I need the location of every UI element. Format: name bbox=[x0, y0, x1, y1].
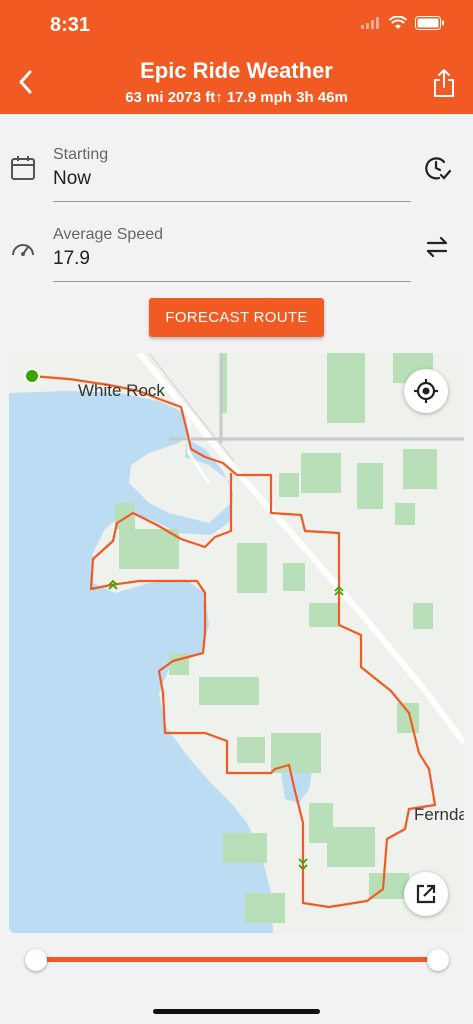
slider-start-thumb[interactable] bbox=[25, 949, 47, 971]
swap-arrows-icon bbox=[426, 236, 448, 258]
starting-label: Starting bbox=[53, 146, 109, 163]
forecast-route-button[interactable]: FORECAST ROUTE bbox=[149, 298, 324, 337]
map-label-white-rock: White Rock bbox=[78, 381, 165, 400]
locate-me-button[interactable] bbox=[404, 369, 448, 413]
time-range-slider[interactable] bbox=[25, 948, 449, 972]
average-speed-field[interactable]: Average Speed 17.9 bbox=[53, 226, 411, 282]
map-label-ferndale: Fernda bbox=[414, 805, 464, 824]
page-title: Epic Ride Weather bbox=[140, 58, 333, 83]
slider-end-thumb[interactable] bbox=[427, 949, 449, 971]
wifi-icon bbox=[389, 16, 407, 29]
open-external-icon bbox=[416, 884, 436, 904]
starting-value: Now bbox=[53, 168, 92, 189]
route-start-marker bbox=[24, 368, 40, 384]
cellular-signal-icon bbox=[361, 17, 379, 29]
share-button[interactable] bbox=[431, 68, 457, 98]
swap-speed-button[interactable] bbox=[422, 232, 452, 262]
status-icons bbox=[361, 16, 445, 30]
route-map[interactable]: White Rock Fernda bbox=[9, 353, 464, 933]
home-indicator bbox=[153, 1009, 320, 1014]
average-speed-label: Average Speed bbox=[53, 226, 164, 243]
status-time: 8:31 bbox=[50, 14, 91, 36]
map-canvas bbox=[9, 353, 464, 933]
starting-field[interactable]: Starting Now bbox=[53, 146, 411, 202]
slider-track bbox=[35, 957, 439, 962]
clock-check-icon bbox=[425, 157, 452, 180]
share-icon bbox=[434, 69, 454, 97]
average-speed-value: 17.9 bbox=[53, 248, 90, 269]
route-stats: 63 mi 2073 ft↑ 17.9 mph 3h 46m bbox=[125, 89, 348, 106]
schedule-time-button[interactable] bbox=[422, 153, 452, 183]
roads bbox=[136, 353, 464, 745]
calendar-icon bbox=[11, 156, 35, 180]
crosshair-icon bbox=[414, 379, 438, 403]
open-external-map-button[interactable] bbox=[404, 872, 448, 916]
speedometer-icon bbox=[12, 244, 34, 256]
app-header: 8:31 Epic Ride Weather 63 mi 2073 ft↑ 17… bbox=[0, 0, 473, 114]
battery-icon bbox=[415, 16, 444, 30]
